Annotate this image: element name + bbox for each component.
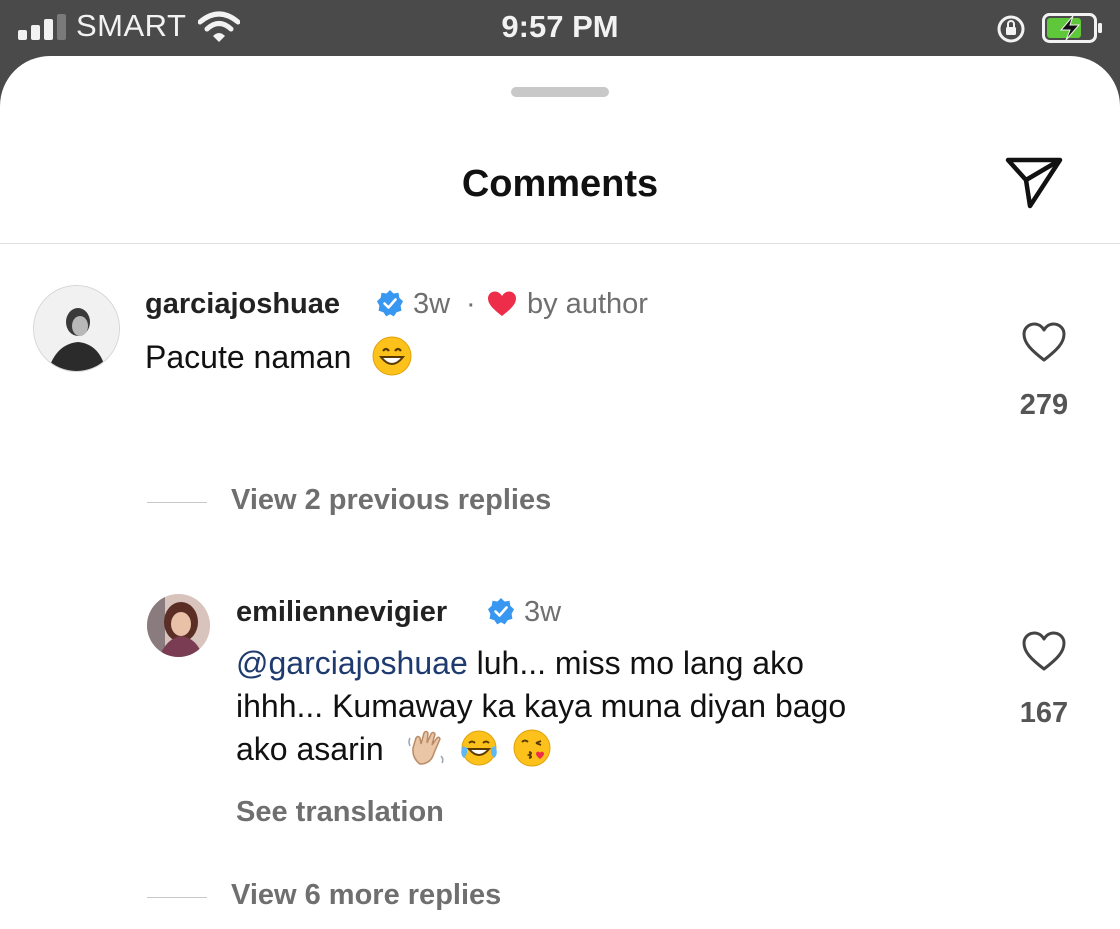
waving-hand-emoji-icon (407, 730, 444, 765)
reply-text: @garciajoshuae luh... miss mo lang ako i… (236, 642, 846, 771)
comment-age: 3w (413, 288, 451, 320)
battery-charging-icon (1042, 13, 1102, 43)
comment-username[interactable]: garciajoshuae (145, 288, 340, 321)
reply-username[interactable]: emiliennevigier (236, 596, 447, 629)
liked-by-author-label: by author (527, 288, 648, 320)
reply-line-1: @garciajoshuae luh... miss mo lang ako (236, 642, 846, 685)
comment-text: Pacute naman (145, 336, 412, 379)
face-with-tears-of-joy-emoji-icon (461, 730, 498, 766)
status-bar: SMART 9:57 PM (0, 0, 1120, 56)
replies-divider-line (147, 502, 207, 503)
sheet-grabber[interactable] (511, 87, 609, 97)
verified-badge-icon (488, 598, 514, 625)
view-previous-replies-link[interactable]: View 2 previous replies (231, 484, 551, 517)
avatar-photo-icon (34, 286, 119, 371)
reply-age: 3w (524, 596, 562, 628)
author-heart-icon (488, 291, 516, 316)
like-heart-icon[interactable] (1021, 321, 1067, 363)
status-time: 9:57 PM (501, 9, 619, 44)
mention-link[interactable]: @garciajoshuae (236, 645, 468, 681)
reply-line-1-rest: luh... miss mo lang ako (476, 645, 804, 681)
comments-sheet: Comments garciajoshuae 3w · by author Pa… (0, 56, 1120, 929)
header-divider (0, 243, 1120, 244)
avatar-emiliennevigier[interactable] (147, 594, 210, 657)
like-count: 279 (1019, 389, 1069, 421)
grinning-face-emoji-icon (372, 336, 412, 376)
comment-body: Pacute naman (145, 339, 352, 375)
reply-line-3: ako asarin (236, 728, 846, 771)
rotation-lock-icon (997, 15, 1025, 43)
view-more-replies-link[interactable]: View 6 more replies (231, 879, 501, 912)
verified-badge-icon (377, 290, 403, 317)
send-icon[interactable] (1002, 152, 1066, 212)
face-blowing-a-kiss-emoji-icon (513, 729, 551, 767)
like-heart-icon[interactable] (1021, 630, 1067, 672)
like-count: 167 (1019, 697, 1069, 729)
sheet-title: Comments (461, 163, 659, 205)
meta-separator: · (466, 288, 476, 320)
avatar-garciajoshuae[interactable] (33, 285, 120, 372)
see-translation-link[interactable]: See translation (236, 796, 444, 829)
replies-divider-line (147, 897, 207, 898)
avatar-photo-icon (147, 594, 210, 657)
reply-line-2: ihhh... Kumaway ka kaya muna diyan bago (236, 688, 847, 724)
reply-line-3-text: ako asarin (236, 731, 384, 767)
